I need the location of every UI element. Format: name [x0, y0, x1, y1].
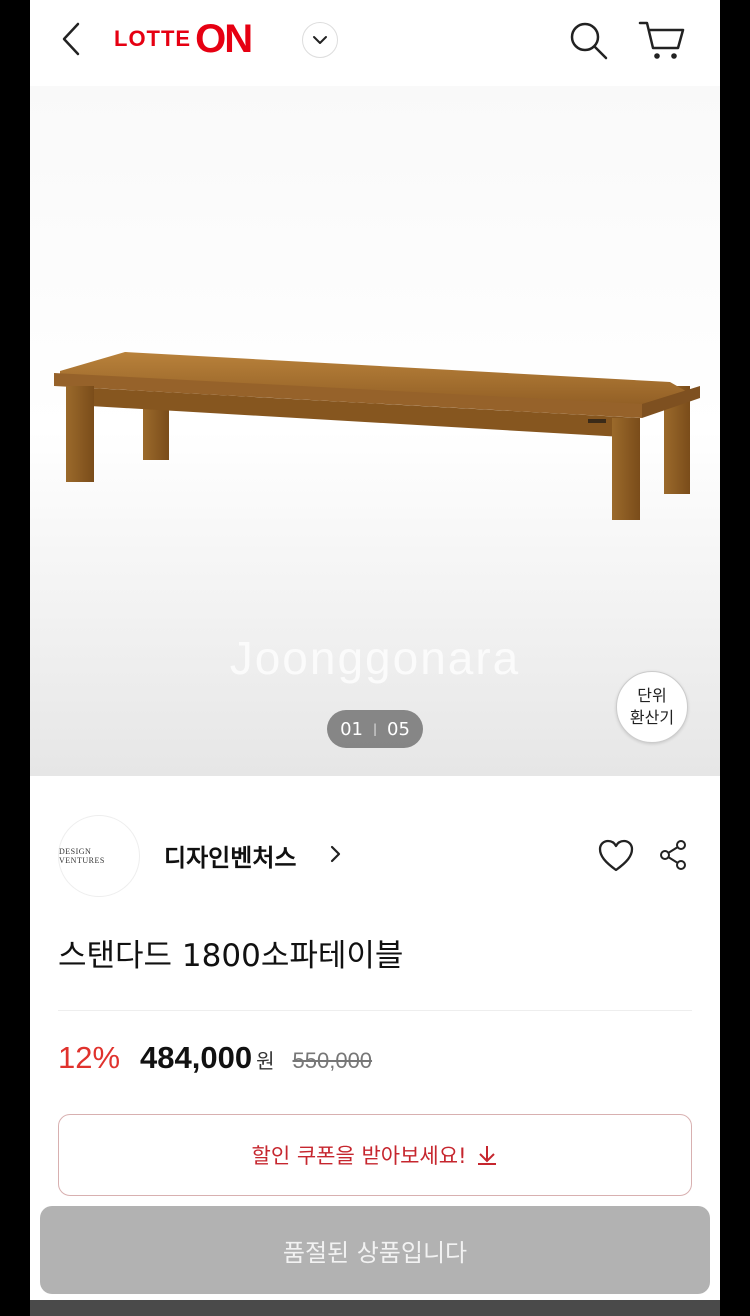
top-header: LOTTE ON [30, 0, 720, 82]
search-icon[interactable] [568, 20, 610, 62]
heart-icon[interactable] [597, 838, 635, 874]
original-price: 550,000 [292, 1048, 373, 1073]
price-row: 12% 484,000 원 550,000 [58, 1040, 372, 1084]
app-frame: LOTTE ON Joonggonara 01 | 05 단위 환산기 DESI… [30, 0, 720, 1316]
pager-separator: | [372, 722, 378, 736]
product-image-gallery[interactable]: Joonggonara 01 | 05 단위 환산기 [30, 86, 720, 776]
soldout-button[interactable]: 품절된 상품입니다 [40, 1206, 710, 1294]
unit-converter-line-2: 환산기 [629, 708, 675, 727]
seller-logo-text: DESIGN VENTURES [59, 847, 105, 865]
unit-converter-line-1: 단위 [637, 686, 667, 705]
pager-total: 05 [387, 718, 410, 740]
watermark-text: Joonggonara [229, 632, 521, 684]
lotte-on-logo[interactable]: LOTTE ON [114, 16, 253, 61]
divider [58, 1010, 692, 1011]
coupon-download-button[interactable]: 할인 쿠폰을 받아보세요! [58, 1114, 692, 1196]
product-title: 스탠다드 1800소파테이블 [58, 938, 404, 974]
share-icon[interactable] [658, 838, 688, 872]
chevron-down-icon [313, 36, 327, 44]
cart-icon[interactable] [638, 18, 686, 62]
sale-price: 484,000 [140, 1040, 253, 1075]
back-button[interactable] [56, 18, 86, 60]
pager-current: 01 [340, 718, 363, 740]
service-menu-dropdown[interactable] [302, 22, 338, 58]
chevron-right-icon[interactable] [328, 843, 344, 865]
download-arrow-icon [478, 1146, 497, 1165]
unit-converter-button[interactable]: 단위 환산기 [616, 671, 688, 743]
currency-unit: 원 [256, 1049, 275, 1073]
logo-text-on: ON [195, 16, 253, 61]
discount-rate: 12% [58, 1040, 121, 1075]
image-pager: 01 | 05 [327, 710, 423, 748]
seller-name-link[interactable]: 디자인벤처스 [164, 838, 296, 873]
bottom-bar [30, 1300, 720, 1316]
seller-logo[interactable]: DESIGN VENTURES [58, 815, 140, 897]
logo-text-lotte: LOTTE [114, 26, 192, 51]
coupon-label: 할인 쿠폰을 받아보세요! [251, 1144, 467, 1168]
